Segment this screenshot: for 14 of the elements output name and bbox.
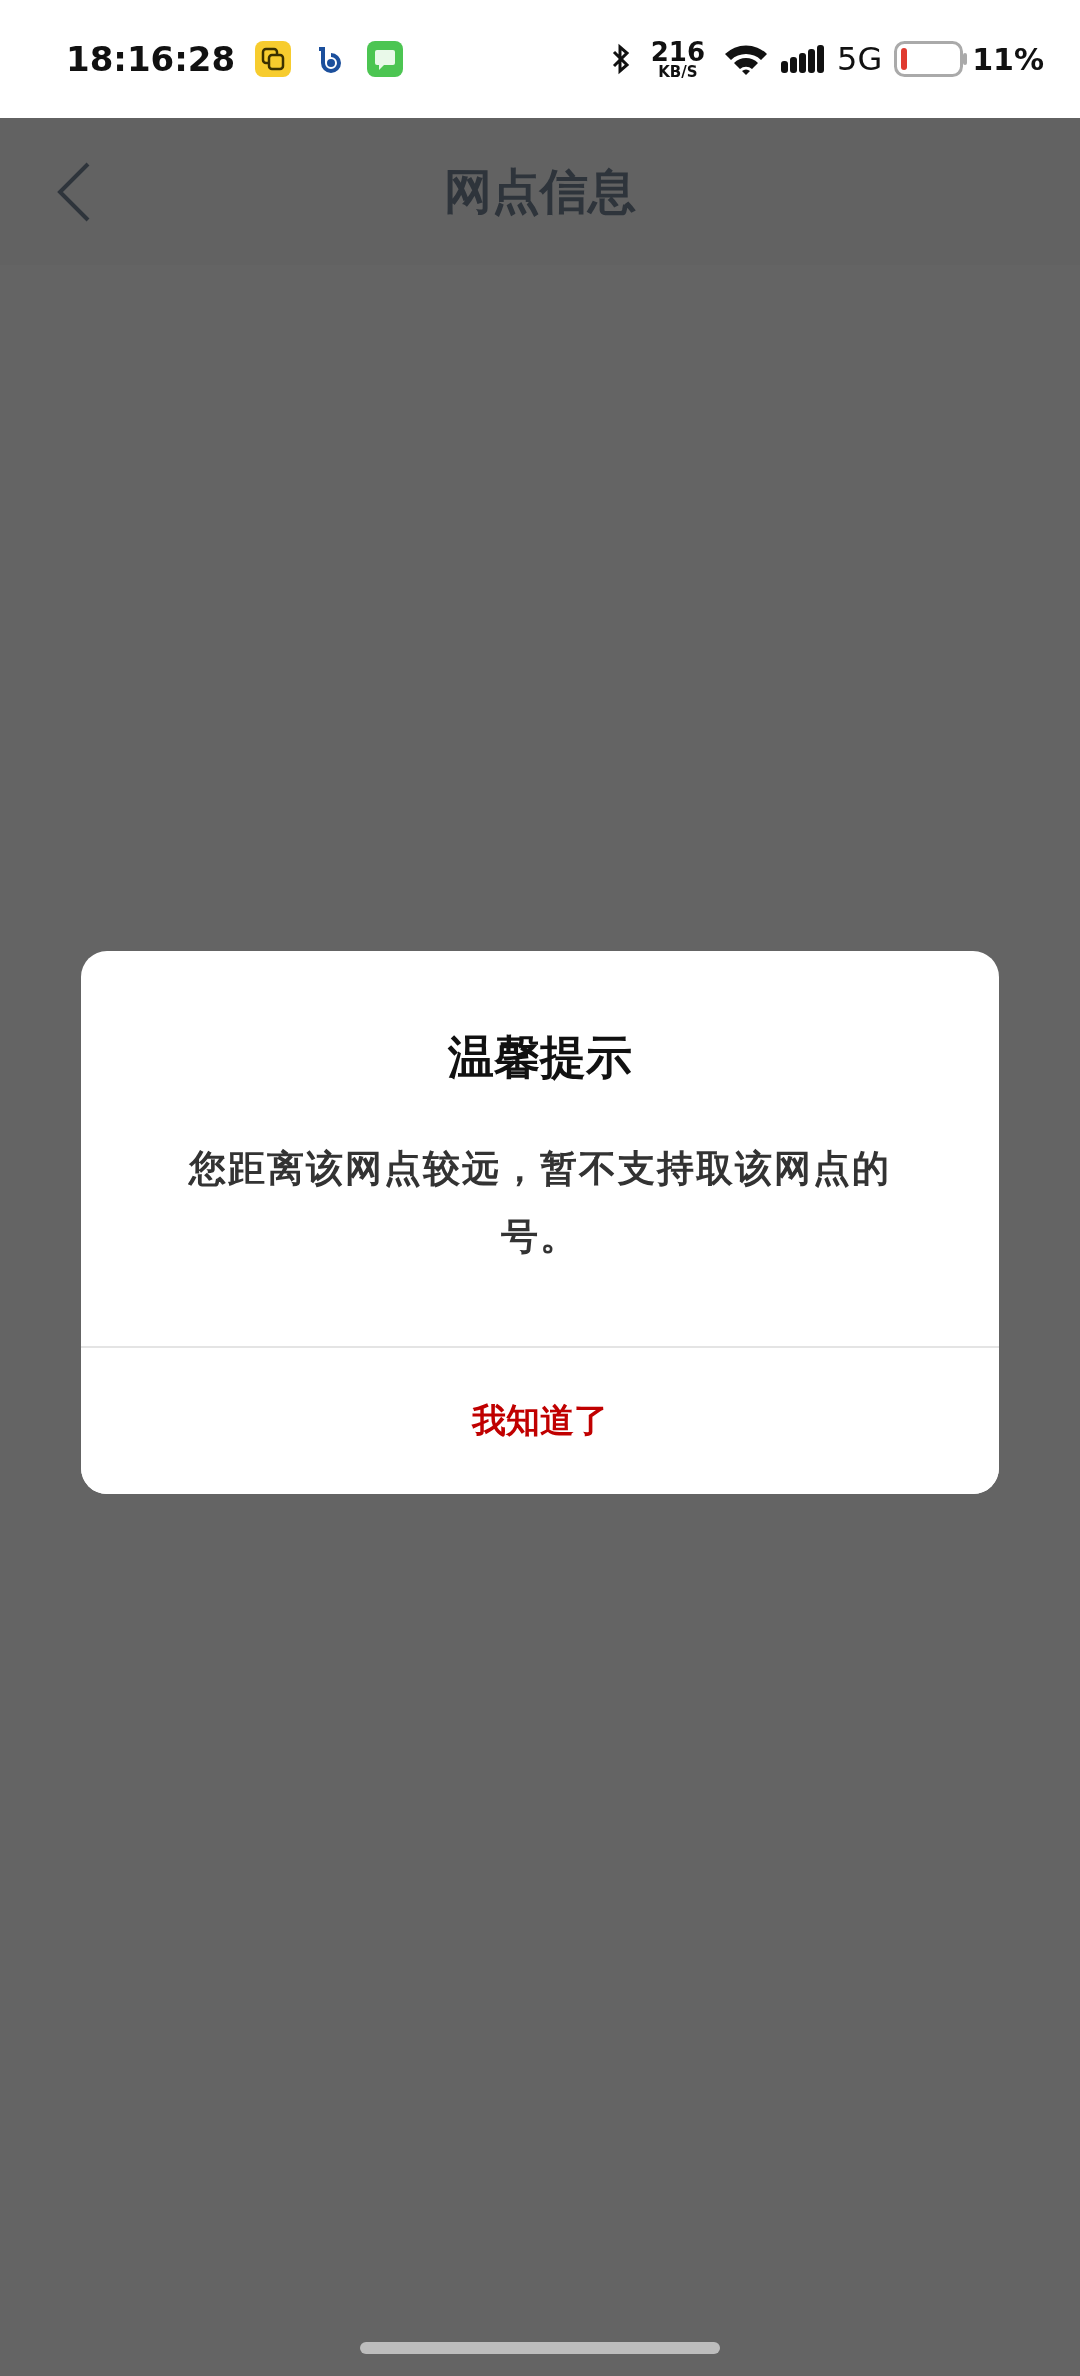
battery-icon bbox=[894, 41, 969, 77]
battery-percent: 11% bbox=[972, 41, 1044, 77]
net-speed-unit: KB/S bbox=[658, 64, 698, 80]
dialog-title: 温馨提示 bbox=[448, 1029, 632, 1086]
net-speed-value: 216 bbox=[650, 38, 706, 65]
network-type: 5G bbox=[837, 40, 883, 78]
confirm-button[interactable]: 我知道了 bbox=[81, 1346, 999, 1494]
dialog-message: 您距离该网点较远，暂不支持取该网点的号。 bbox=[187, 1146, 892, 1260]
copy-app-icon bbox=[255, 41, 292, 77]
wifi-icon bbox=[723, 42, 770, 76]
message-app-icon bbox=[367, 41, 404, 77]
signal-icon bbox=[781, 43, 826, 75]
bluetooth-icon bbox=[610, 42, 631, 76]
status-time: 18:16:28 bbox=[66, 39, 236, 79]
